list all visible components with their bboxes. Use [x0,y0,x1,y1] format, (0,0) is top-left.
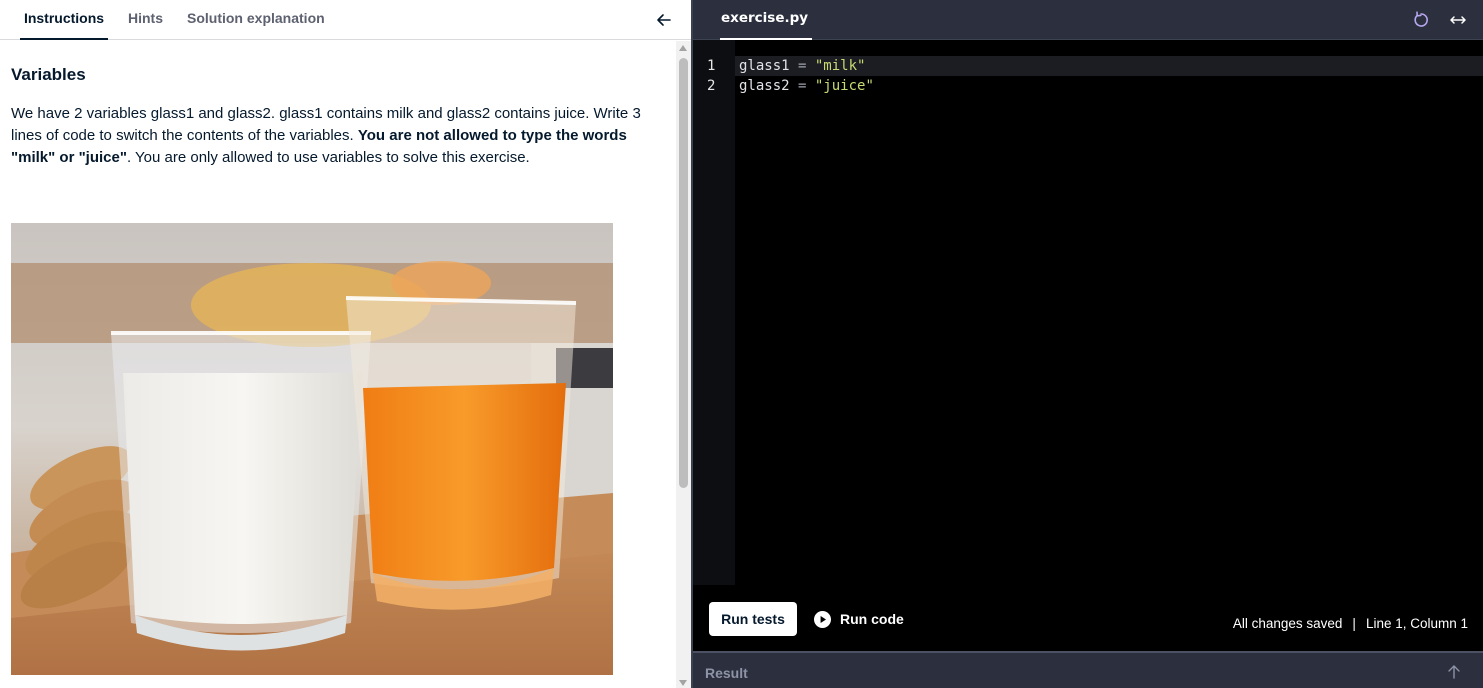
play-circle-icon [814,611,831,628]
scroll-down-icon[interactable] [679,680,687,686]
arrow-left-icon [657,14,671,26]
line-number: 2 [707,78,716,94]
panel-divider[interactable] [691,0,693,688]
code-variable: glass2 [739,78,790,94]
instructions-panel: Instructions Hints Solution explanation … [0,0,691,688]
code-operator: = [789,78,815,94]
code-line[interactable]: glass2 = "juice" [739,76,874,96]
run-code-label: Run code [840,611,904,627]
exercise-title: Variables [11,65,86,84]
exercise-description: We have 2 variables glass1 and glass2. g… [11,103,666,169]
tab-hints[interactable]: Hints [128,0,163,40]
save-status: All changes saved [1232,616,1343,631]
file-tab-exercise[interactable]: exercise.py [719,0,813,40]
line-number-gutter: 1 2 [693,40,735,585]
editor-status: All changes saved | Line 1, Column 1 [1233,616,1468,631]
code-operator: = [789,58,815,74]
code-string: "juice" [814,78,874,94]
description-text-2: . You are only allowed to use variables … [126,149,530,166]
cursor-position: Line 1, Column 1 [1365,616,1468,631]
tab-instructions[interactable]: Instructions [20,0,108,40]
instructions-content: Variables We have 2 variables glass1 and… [0,41,676,688]
tab-solution-explanation[interactable]: Solution explanation [187,0,325,40]
result-bar[interactable]: Result [693,651,1483,688]
editor-header: exercise.py [693,0,1483,40]
line-number: 1 [707,58,716,74]
run-tests-button[interactable]: Run tests [709,602,797,636]
editor-footer: Run tests Run code All changes saved | Lin… [693,585,1483,651]
instruction-tabs: Instructions Hints Solution explanation [0,0,691,40]
code-editor[interactable]: glass1 = "milk" glass2 = "juice" [735,40,1483,585]
instructions-scrollbar[interactable] [676,41,691,688]
scroll-thumb[interactable] [679,58,688,488]
code-string: "milk" [814,58,866,74]
expand-horizontal-icon [1450,16,1466,24]
code-line[interactable]: glass1 = "milk" [739,56,865,76]
arrow-up-icon [1448,665,1460,679]
scroll-up-icon[interactable] [679,45,687,51]
code-variable: glass1 [739,58,790,74]
expand-editor-button[interactable] [1447,10,1469,30]
collapse-panel-button[interactable] [653,9,675,31]
toggle-result-button[interactable] [1447,664,1461,680]
milk-juice-image [11,223,613,675]
editor-panel: exercise.py 1 2 glass1 = "milk" glass2 =… [691,0,1483,688]
result-label: Result [705,665,748,681]
reset-code-button[interactable] [1411,10,1431,30]
reset-icon [1414,11,1428,27]
status-separator: | [1352,616,1356,631]
